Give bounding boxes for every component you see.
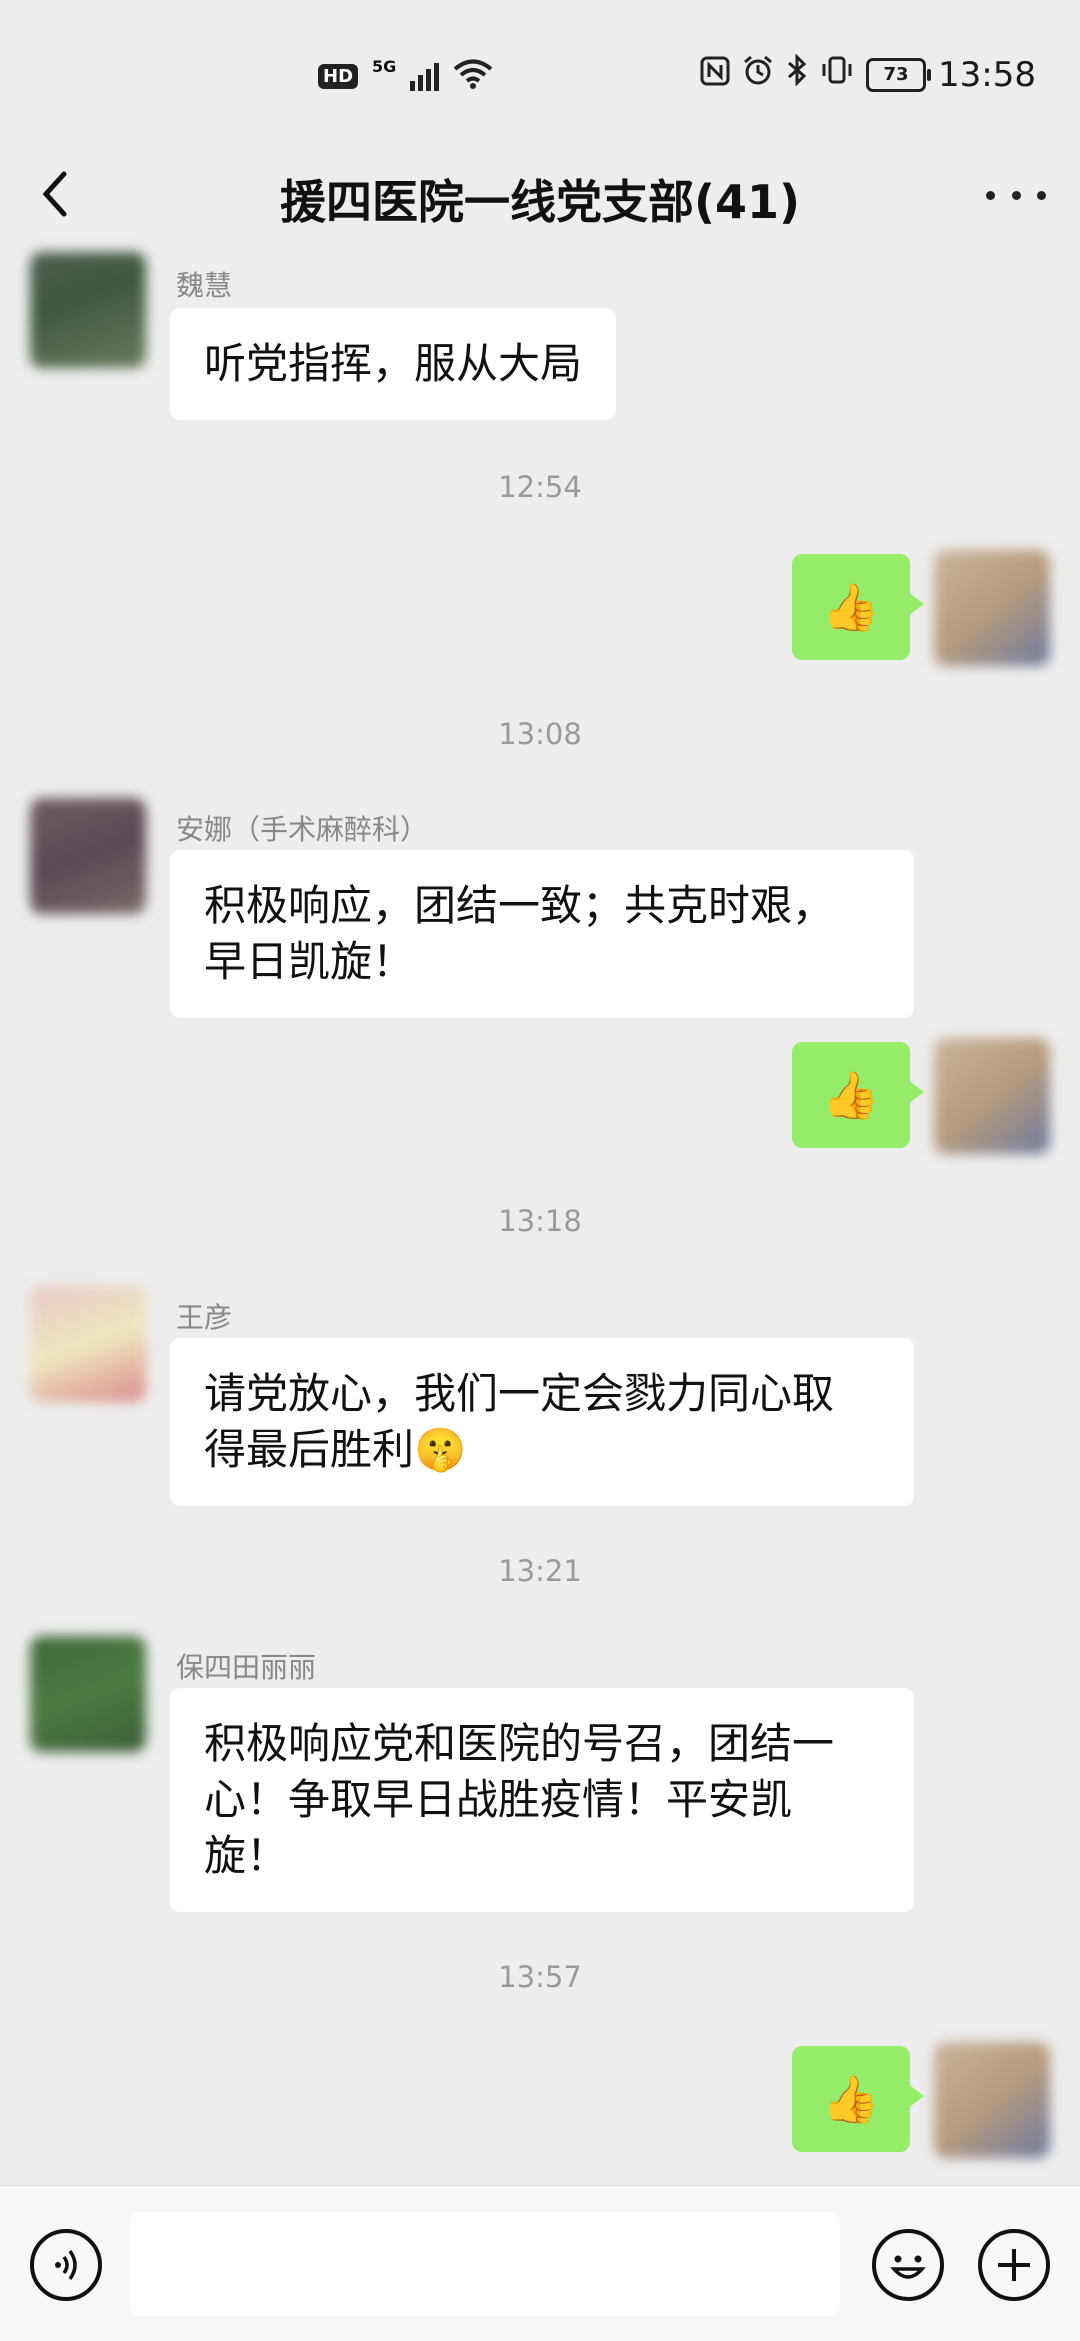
timestamp: 13:57 (498, 1960, 582, 1994)
message-bubble-self[interactable]: 👍 (792, 1042, 924, 1148)
sender-name: 保四田丽丽 (176, 1651, 317, 1684)
vibrate-icon (820, 54, 854, 95)
more-dot (1011, 190, 1021, 200)
chat-title: 援四医院一线党支部(41) (279, 175, 801, 229)
message-line: 积极响应，团结一致；共克时艰， (204, 881, 835, 930)
more-dots-icon (986, 190, 995, 200)
message-line: 早日凯旋！ (204, 937, 415, 986)
hd-badge: HD (318, 63, 359, 89)
timestamp: 13:21 (498, 1554, 582, 1588)
alarm-icon (742, 54, 774, 95)
sender-name: 安娜（手术麻醉科） (176, 813, 429, 846)
nfc-icon (700, 55, 730, 95)
message-line: 积极响应党和医院的号召，团结一 (204, 1719, 835, 1768)
bluetooth-icon (786, 53, 808, 95)
timestamp: 13:18 (498, 1204, 582, 1238)
message-list[interactable]: 魏慧 听党指挥，服从大局 12:54 👍 13:08 安娜（手术麻醉科） 积极响… (0, 240, 1080, 2185)
status-time: 13:58 (938, 54, 1036, 95)
message-line: 旋！ (204, 1831, 289, 1880)
sender-name: 魏慧 (176, 269, 233, 302)
more-dot (1037, 190, 1046, 200)
avatar[interactable] (934, 2042, 1050, 2158)
message-text: 听党指挥，服从大局 (204, 339, 583, 388)
avatar[interactable] (30, 798, 146, 914)
plus-icon (998, 2249, 1030, 2281)
thumbs-up-icon: 👍 (822, 579, 880, 634)
message-bubble-self[interactable]: 👍 (792, 2046, 924, 2152)
message-bubble[interactable]: 积极响应，团结一致；共克时艰， 早日凯旋！ (170, 850, 914, 1018)
voice-icon (55, 2249, 77, 2281)
timestamp: 12:54 (498, 470, 582, 504)
status-bar: HD 5G 73 13:58 (0, 0, 1080, 150)
message-line: 心！争取早日战胜疫情！平安凯 (204, 1775, 793, 1824)
sender-name: 王彦 (176, 1301, 233, 1334)
avatar[interactable] (30, 252, 146, 368)
avatar[interactable] (30, 1286, 146, 1402)
message-bubble-self[interactable]: 👍 (792, 554, 924, 660)
status-left: HD 5G (318, 56, 493, 94)
plus-button[interactable] (978, 2229, 1050, 2301)
wifi-icon (453, 58, 493, 94)
status-right: 73 13:58 (700, 53, 1036, 95)
thumbs-up-icon: 👍 (822, 1067, 880, 1122)
voice-button[interactable] (30, 2229, 102, 2301)
battery-icon: 73 (866, 57, 932, 92)
chat-header: 援四医院一线党支部(41) (0, 150, 1080, 240)
message-bubble[interactable]: 请党放心，我们一定会戮力同心取 得最后胜利🤫 (170, 1338, 914, 1506)
message-bubble[interactable]: 听党指挥，服从大局 (170, 308, 617, 420)
message-bubble[interactable]: 积极响应党和医院的号召，团结一 心！争取早日战胜疫情！平安凯 旋！ (170, 1688, 914, 1912)
emoji-button[interactable] (872, 2229, 944, 2301)
signal-icon (410, 61, 440, 91)
message-line: 得最后胜利🤫 (204, 1425, 467, 1474)
network-type: 5G (372, 56, 397, 76)
timestamp: 13:08 (498, 717, 582, 751)
avatar[interactable] (934, 1038, 1050, 1154)
input-bar (0, 2185, 1080, 2341)
avatar[interactable] (934, 550, 1050, 666)
more-button[interactable] (986, 170, 1046, 220)
avatar[interactable] (30, 1636, 146, 1752)
emoji-icon (890, 2255, 926, 2279)
message-input[interactable] (130, 2212, 840, 2316)
thumbs-up-icon: 👍 (822, 2071, 880, 2126)
message-line: 请党放心，我们一定会戮力同心取 (204, 1369, 835, 1418)
